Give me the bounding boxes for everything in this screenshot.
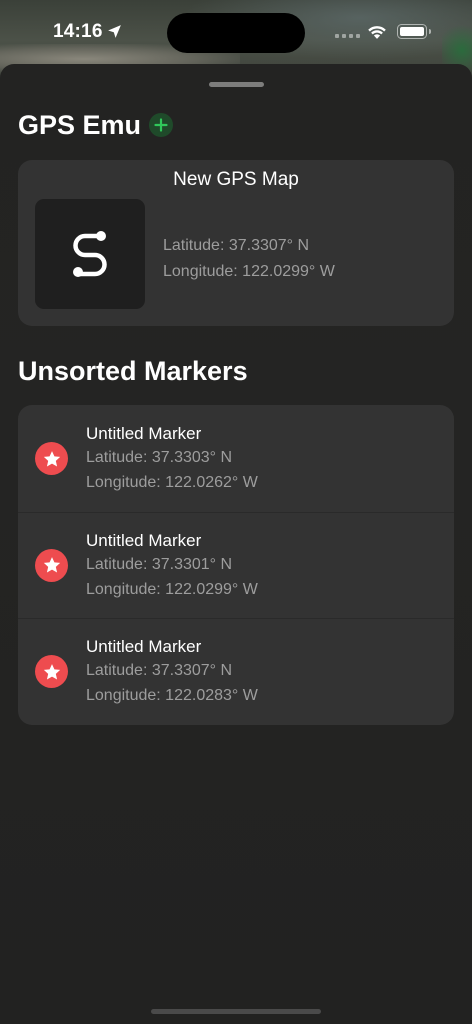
status-time: 14:16 <box>53 21 103 42</box>
marker-details: Untitled Marker Latitude: 37.3303° N Lon… <box>86 423 258 495</box>
bottom-sheet: GPS Emu New GPS Map Latitude: 37.3307° N… <box>0 64 472 1024</box>
map-longitude: Longitude: 122.0299° W <box>163 263 335 280</box>
marker-details: Untitled Marker Latitude: 37.3301° N Lon… <box>86 530 258 602</box>
marker-longitude: Longitude: 122.0283° W <box>86 687 258 705</box>
marker-latitude: Latitude: 37.3301° N <box>86 555 233 573</box>
home-indicator[interactable] <box>151 1009 321 1014</box>
marker-row[interactable]: Untitled Marker Latitude: 37.3301° N Lon… <box>18 511 454 619</box>
plus-circle-icon <box>154 118 168 132</box>
marker-title: Untitled Marker <box>86 637 202 657</box>
dynamic-island <box>167 13 305 53</box>
marker-row[interactable]: Untitled Marker Latitude: 37.3307° N Lon… <box>18 618 454 725</box>
marker-pin <box>35 655 68 689</box>
star-icon <box>43 557 60 573</box>
gps-map-card[interactable]: New GPS Map Latitude: 37.3307° N Longitu… <box>18 160 454 326</box>
star-icon <box>43 663 60 680</box>
app-screen: 14:16 GPS Emu New GPS Map Latitude: 37.3… <box>0 0 472 1024</box>
marker-details: Untitled Marker Latitude: 37.3307° N Lon… <box>86 636 258 708</box>
marker-title: Untitled Marker <box>86 530 202 550</box>
marker-row[interactable]: Untitled Marker Latitude: 37.3303° N Lon… <box>18 405 454 512</box>
marker-pin <box>35 442 68 475</box>
battery-icon <box>397 24 431 39</box>
marker-title: Untitled Marker <box>86 424 202 443</box>
marker-latitude: Latitude: 37.3303° N <box>86 449 233 466</box>
app-title: GPS Emu <box>18 109 142 140</box>
map-thumbnail <box>35 199 145 309</box>
unsorted-markers-list: Untitled Marker Latitude: 37.3303° N Lon… <box>18 405 454 725</box>
star-icon <box>43 450 60 466</box>
map-coordinates: Latitude: 37.3307° N Longitude: 122.0299… <box>163 233 335 285</box>
location-arrow-icon <box>108 25 121 38</box>
status-bar: 14:16 <box>0 0 472 64</box>
marker-latitude: Latitude: 37.3307° N <box>86 662 233 680</box>
signal-icon <box>335 34 360 38</box>
header: GPS Emu <box>18 108 174 142</box>
map-latitude: Latitude: 37.3307° N <box>163 237 310 254</box>
map-name: New GPS Map <box>173 169 299 190</box>
marker-longitude: Longitude: 122.0262° W <box>86 474 258 491</box>
section-title-unsorted: Unsorted Markers <box>18 356 248 386</box>
route-icon <box>73 231 107 277</box>
sheet-grabber[interactable] <box>209 82 264 87</box>
wifi-icon <box>368 26 386 39</box>
marker-pin <box>35 548 68 582</box>
add-map-button[interactable] <box>149 113 174 137</box>
marker-longitude: Longitude: 122.0299° W <box>86 580 258 598</box>
